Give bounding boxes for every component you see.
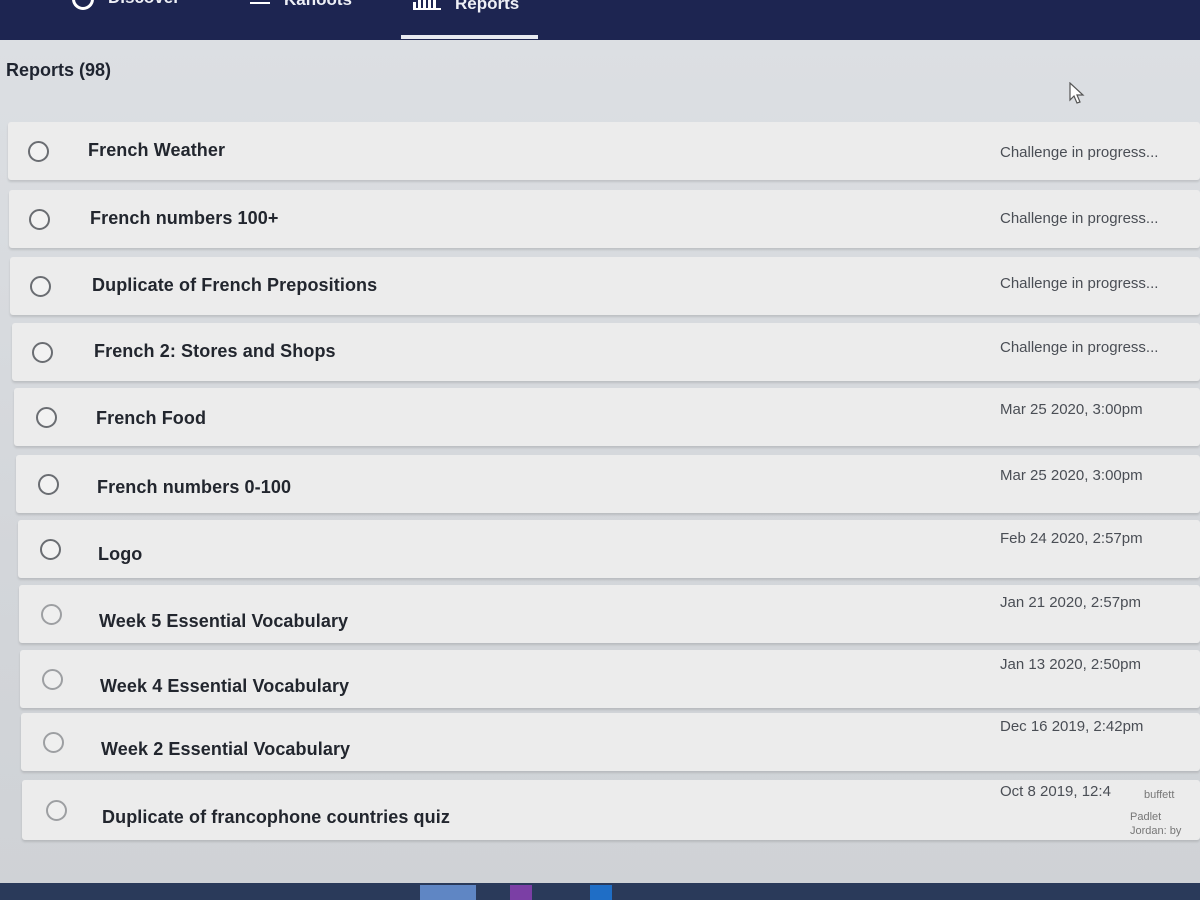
reports-icon (413, 0, 441, 10)
report-title[interactable]: Week 2 Essential Vocabulary (101, 739, 350, 760)
nav-discover[interactable]: Discover (72, 0, 180, 40)
select-radio[interactable] (42, 669, 63, 690)
report-row[interactable]: French Food Mar 25 2020, 3:00pm (14, 388, 1200, 446)
report-row[interactable]: French 2: Stores and Shops Challenge in p… (12, 323, 1200, 381)
kahoots-icon (250, 0, 270, 7)
nav-kahoots-label: Kahoots (284, 0, 352, 10)
report-title[interactable]: French Food (96, 408, 206, 429)
report-title[interactable]: Duplicate of French Prepositions (92, 275, 377, 296)
reports-page: Reports (98) French Weather Challenge in … (0, 40, 1200, 900)
report-status: Mar 25 2020, 3:00pm (1000, 467, 1143, 484)
report-title[interactable]: Logo (98, 544, 142, 565)
select-radio[interactable] (32, 342, 53, 363)
select-radio[interactable] (40, 539, 61, 560)
report-title[interactable]: Week 5 Essential Vocabulary (99, 611, 348, 632)
report-status: Feb 24 2020, 2:57pm (1000, 530, 1143, 547)
report-title[interactable]: French 2: Stores and Shops (94, 341, 336, 362)
report-status: Challenge in progress... (1000, 144, 1159, 161)
notification-line-2: Padlet (1130, 811, 1162, 823)
outlook-icon[interactable] (590, 885, 612, 900)
select-radio[interactable] (38, 474, 59, 495)
notification-line-3: Jordan: by (1130, 825, 1182, 837)
nav-discover-label: Discover (108, 0, 180, 8)
nav-reports[interactable]: Reports (401, 0, 538, 40)
report-row[interactable]: Week 4 Essential Vocabulary Jan 13 2020, … (20, 650, 1200, 708)
report-status: Jan 21 2020, 2:57pm (1000, 594, 1141, 611)
nav-reports-label: Reports (455, 0, 520, 13)
select-radio[interactable] (30, 276, 51, 297)
report-row[interactable]: Week 5 Essential Vocabulary Jan 21 2020, … (19, 585, 1200, 643)
report-row[interactable]: Duplicate of francophone countries quiz O… (22, 780, 1200, 840)
nav-kahoots[interactable]: Kahoots (250, 0, 352, 40)
report-title[interactable]: French numbers 0-100 (97, 477, 291, 498)
report-row[interactable]: Logo Feb 24 2020, 2:57pm (18, 520, 1200, 578)
notification-line-1: buffett (1144, 789, 1175, 801)
report-status: Challenge in progress... (1000, 210, 1159, 227)
page-title: Reports (98) (6, 60, 112, 80)
select-radio[interactable] (46, 800, 67, 821)
top-navigation-bar: Discover Kahoots Reports (0, 0, 1200, 40)
report-row[interactable]: French numbers 100+ Challenge in progress… (9, 190, 1200, 248)
report-status: Dec 16 2019, 2:42pm (1000, 718, 1144, 735)
select-radio[interactable] (36, 407, 57, 428)
onenote-icon[interactable] (510, 885, 532, 900)
mouse-cursor-icon (1069, 82, 1085, 104)
select-radio[interactable] (28, 141, 49, 162)
report-status: Challenge in progress... (1000, 275, 1159, 292)
select-radio[interactable] (43, 732, 64, 753)
report-row[interactable]: French Weather Challenge in progress... (8, 122, 1200, 180)
select-radio[interactable] (41, 604, 62, 625)
report-row[interactable]: Week 2 Essential Vocabulary Dec 16 2019, … (21, 713, 1200, 771)
report-status: Jan 13 2020, 2:50pm (1000, 656, 1141, 673)
discover-icon (72, 0, 94, 10)
select-radio[interactable] (29, 209, 50, 230)
report-title[interactable]: French numbers 100+ (90, 208, 278, 229)
report-row[interactable]: Duplicate of French Prepositions Challeng… (10, 257, 1200, 315)
report-row[interactable]: French numbers 0-100 Mar 25 2020, 3:00pm (16, 455, 1200, 513)
report-title[interactable]: Week 4 Essential Vocabulary (100, 676, 349, 697)
report-title[interactable]: French Weather (88, 140, 225, 161)
notification-popup[interactable]: buffett Padlet Jordan: by (1130, 788, 1200, 838)
os-taskbar (0, 883, 1200, 900)
report-status: Oct 8 2019, 12:4 (1000, 783, 1111, 800)
report-title[interactable]: Duplicate of francophone countries quiz (102, 807, 450, 828)
report-status: Challenge in progress... (1000, 339, 1159, 356)
report-status: Mar 25 2020, 3:00pm (1000, 401, 1143, 418)
taskbar-app-icon[interactable] (420, 885, 476, 900)
